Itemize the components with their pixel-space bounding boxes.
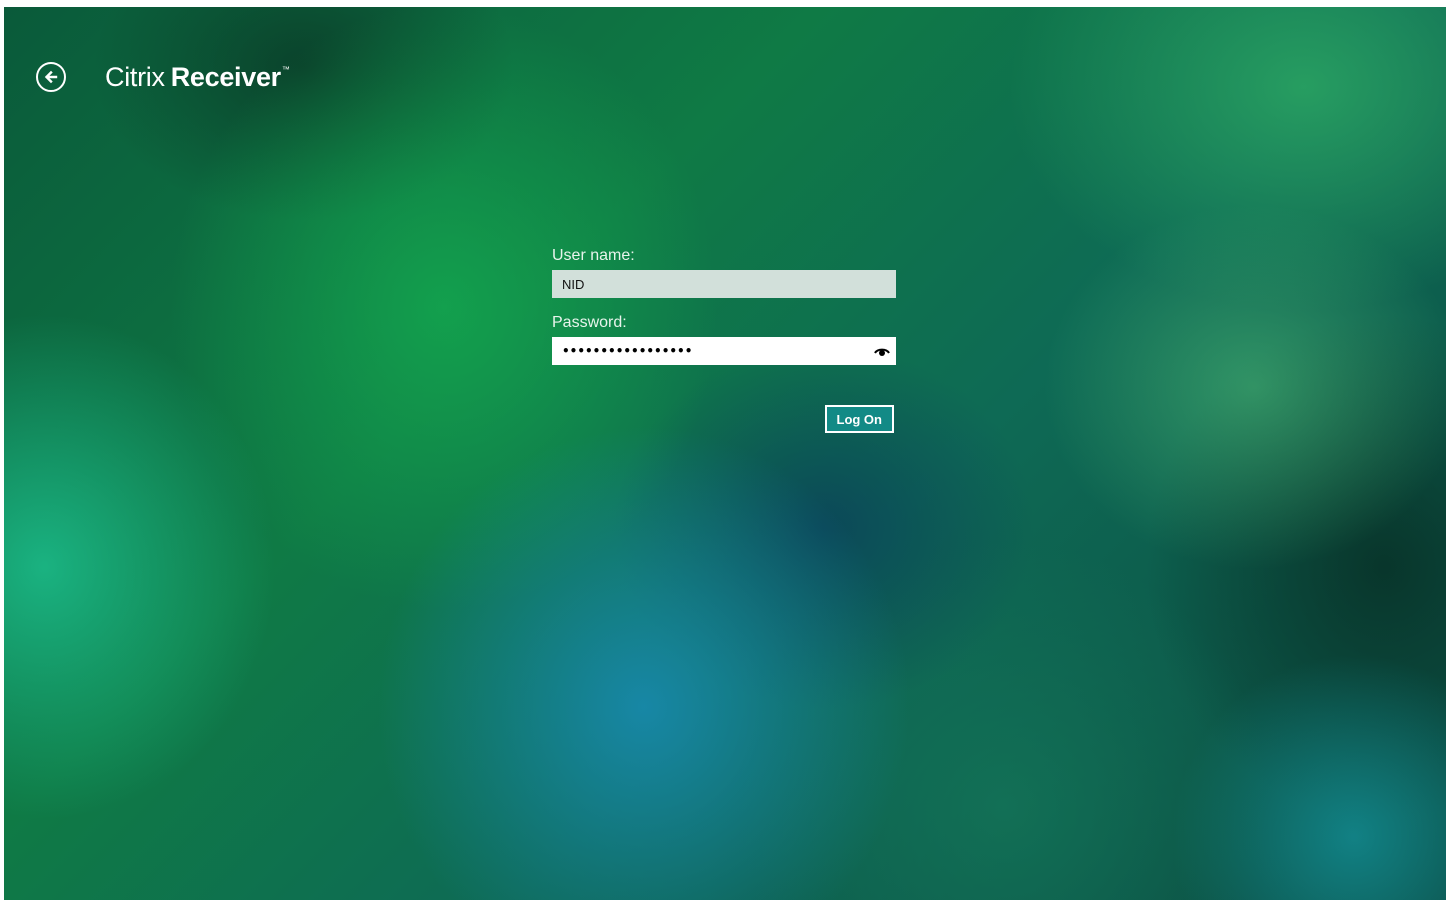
eye-icon[interactable]	[874, 344, 890, 358]
password-field[interactable]: •••••••••••••••••	[552, 337, 896, 365]
username-field[interactable]: NID	[552, 270, 896, 298]
password-label: Password:	[552, 314, 627, 331]
login-screen: Citrix Receiver ™ User name: NID Passwor…	[4, 7, 1446, 900]
username-value: NID	[562, 276, 585, 292]
log-on-button[interactable]: Log On	[824, 405, 894, 433]
brand-name-light: Citrix	[105, 61, 165, 92]
username-label: User name:	[552, 247, 635, 264]
trademark-symbol: ™	[281, 64, 290, 74]
login-form: User name: NID Password: •••••••••••••••…	[552, 246, 896, 433]
back-button[interactable]	[36, 62, 66, 92]
brand-name-bold: Receiver	[170, 61, 282, 92]
logon-row: Log On	[552, 405, 896, 433]
password-value: •••••••••••••••••	[562, 344, 693, 358]
arrow-left-circle-icon	[44, 70, 58, 84]
app-logo: Citrix Receiver ™	[105, 61, 290, 92]
app-header: Citrix Receiver ™	[36, 57, 290, 97]
